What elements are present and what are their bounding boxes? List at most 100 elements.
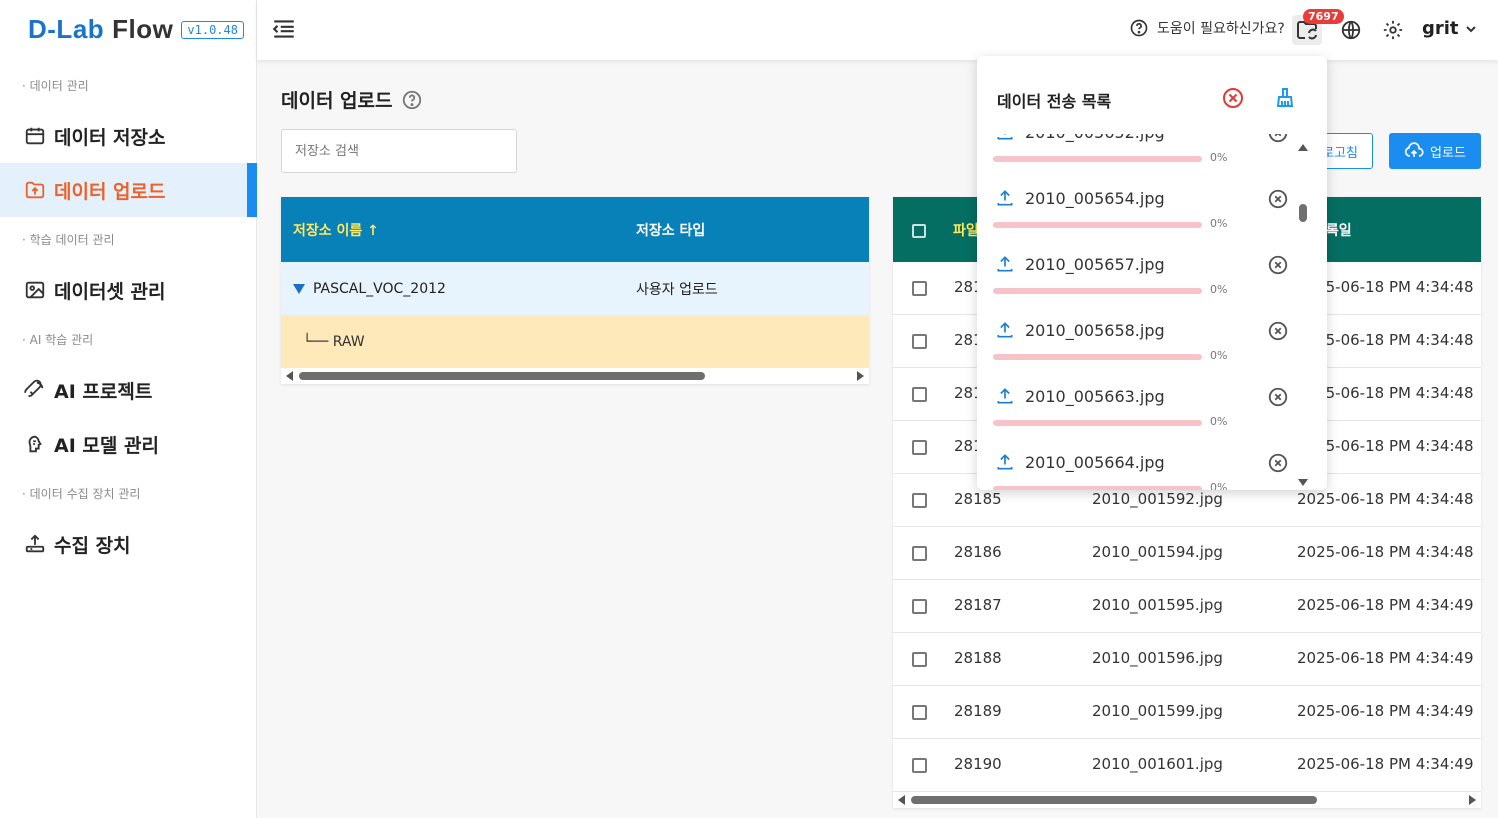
- table-row[interactable]: 28187 2010_001595.jpg 2025-06-18 PM 4:34:4…: [893, 580, 1481, 633]
- transfer-file-name: 2010_005654.jpg: [1025, 189, 1165, 208]
- progress-bar: [993, 486, 1202, 490]
- help-icon: [1130, 19, 1148, 37]
- column-repo-type[interactable]: 저장소 타입: [636, 220, 705, 240]
- images-icon: [25, 281, 45, 299]
- sidebar-item-dataset[interactable]: 데이터셋 관리: [0, 263, 257, 317]
- transfer-panel-title: 데이터 전송 목록: [997, 92, 1112, 111]
- file-name: 2010_001594.jpg: [1092, 543, 1223, 561]
- file-date: 2025-06-18 PM 4:34:48: [1297, 490, 1474, 508]
- sidebar-item-ai-project[interactable]: AI 프로젝트: [0, 363, 257, 417]
- logo[interactable]: D-Lab Flow v1.0.48: [28, 14, 244, 45]
- section-training-data: · 학습 데이터 관리: [22, 233, 115, 247]
- horizontal-scrollbar[interactable]: [893, 792, 1481, 808]
- row-checkbox[interactable]: [912, 599, 927, 614]
- sidebar-item-label: 수집 장치: [54, 534, 131, 557]
- progress-percent: 0%: [1210, 151, 1228, 164]
- upload-icon: [995, 188, 1015, 208]
- settings-button[interactable]: [1378, 15, 1408, 45]
- cancel-all-icon[interactable]: [1221, 86, 1245, 110]
- file-name: 2010_001601.jpg: [1092, 755, 1223, 773]
- help-icon[interactable]: [401, 89, 423, 111]
- file-name: 2010_001599.jpg: [1092, 702, 1223, 720]
- caret-down-icon[interactable]: [293, 283, 305, 294]
- device-icon: [25, 534, 45, 553]
- transfer-item: 2010_005663.jpg 0%: [977, 386, 1295, 452]
- file-date: 2025-06-18 PM 4:34:49: [1297, 702, 1474, 720]
- column-repo-name[interactable]: 저장소 이름 ↑: [281, 220, 636, 240]
- logo-prefix: D-Lab: [28, 14, 105, 44]
- upload-icon: [995, 254, 1015, 274]
- repo-name: PASCAL_VOC_2012: [313, 280, 446, 297]
- sidebar-item-data-upload[interactable]: 데이터 업로드: [0, 163, 257, 217]
- transfer-item: 2010_005658.jpg 0%: [977, 320, 1295, 386]
- scroll-thumb[interactable]: [299, 372, 705, 380]
- row-checkbox[interactable]: [912, 387, 927, 402]
- scroll-thumb[interactable]: [1299, 204, 1307, 222]
- cancel-transfer-icon[interactable]: [1267, 188, 1289, 210]
- scroll-left-icon[interactable]: [286, 371, 293, 381]
- file-id: 28189: [954, 702, 1002, 720]
- scroll-up-icon[interactable]: [1298, 144, 1308, 151]
- table-row[interactable]: 28190 2010_001601.jpg 2025-06-18 PM 4:34:4…: [893, 739, 1481, 792]
- row-checkbox[interactable]: [912, 281, 927, 296]
- table-row[interactable]: └── RAW: [281, 315, 869, 368]
- table-row[interactable]: PASCAL_VOC_2012 사용자 업로드: [281, 262, 869, 315]
- page-title-text: 데이터 업로드: [281, 90, 393, 112]
- scroll-down-icon[interactable]: [1298, 479, 1308, 486]
- table-row[interactable]: 28186 2010_001594.jpg 2025-06-18 PM 4:34:4…: [893, 527, 1481, 580]
- scroll-left-icon[interactable]: [898, 795, 905, 805]
- broom-icon[interactable]: [1273, 86, 1297, 110]
- horizontal-scrollbar[interactable]: [281, 368, 869, 384]
- row-checkbox[interactable]: [912, 334, 927, 349]
- row-checkbox[interactable]: [912, 546, 927, 561]
- row-checkbox[interactable]: [912, 493, 927, 508]
- cancel-transfer-icon[interactable]: [1267, 386, 1289, 408]
- file-date: 2025-06-18 PM 4:34:49: [1297, 755, 1474, 773]
- page-title: 데이터 업로드: [281, 86, 423, 113]
- cancel-transfer-icon[interactable]: [1267, 452, 1289, 474]
- file-name: 2010_001592.jpg: [1092, 490, 1223, 508]
- progress-bar: [993, 156, 1202, 162]
- row-checkbox[interactable]: [912, 652, 927, 667]
- cancel-transfer-icon[interactable]: [1267, 254, 1289, 276]
- scroll-right-icon[interactable]: [857, 371, 864, 381]
- cancel-transfer-icon[interactable]: [1267, 320, 1289, 342]
- table-row[interactable]: 28189 2010_001599.jpg 2025-06-18 PM 4:34:4…: [893, 686, 1481, 739]
- upload-button[interactable]: 업로드: [1389, 133, 1481, 169]
- menu-collapse-icon[interactable]: [271, 16, 297, 42]
- sidebar-item-label: 데이터 업로드: [54, 180, 166, 203]
- cancel-transfer-icon[interactable]: [1267, 134, 1289, 144]
- row-checkbox[interactable]: [912, 705, 927, 720]
- globe-icon: [1341, 20, 1361, 40]
- sidebar-item-devices[interactable]: 수집 장치: [0, 517, 257, 571]
- sidebar-item-ai-model[interactable]: AI 모델 관리: [0, 417, 257, 471]
- transfer-list-panel: 데이터 전송 목록 2010_005652.jpg0%2010_005654.j…: [977, 56, 1327, 490]
- repository-table: 저장소 이름 ↑ 저장소 타입 PASCAL_VOC_2012 사용자 업로드 …: [281, 197, 869, 384]
- row-checkbox[interactable]: [912, 440, 927, 455]
- file-id: 28190: [954, 755, 1002, 773]
- transfer-item: 2010_005652.jpg 0%: [977, 134, 1295, 188]
- version-badge: v1.0.48: [181, 20, 244, 39]
- user-menu[interactable]: grit: [1422, 18, 1479, 39]
- progress-percent: 0%: [1210, 349, 1228, 362]
- file-date: 2025-06-18 PM 4:34:49: [1297, 649, 1474, 667]
- scroll-thumb[interactable]: [911, 796, 1317, 804]
- repository-search-input[interactable]: [281, 129, 517, 173]
- progress-percent: 0%: [1210, 481, 1228, 490]
- storage-icon: [25, 127, 45, 145]
- transfer-item: 2010_005664.jpg 0%: [977, 452, 1295, 490]
- select-all-checkbox[interactable]: [912, 224, 926, 238]
- table-row[interactable]: 28188 2010_001596.jpg 2025-06-18 PM 4:34:4…: [893, 633, 1481, 686]
- row-checkbox[interactable]: [912, 758, 927, 773]
- vertical-scrollbar[interactable]: [1295, 134, 1311, 490]
- progress-bar: [993, 354, 1202, 360]
- sidebar-item-data-storage[interactable]: 데이터 저장소: [0, 109, 257, 163]
- upload-icon: [995, 452, 1015, 472]
- scroll-right-icon[interactable]: [1469, 795, 1476, 805]
- sidebar: D-Lab Flow v1.0.48 · 데이터 관리 데이터 저장소 데이터 …: [0, 0, 257, 818]
- sidebar-item-label: 데이터셋 관리: [54, 280, 166, 303]
- help-link[interactable]: 도움이 필요하신가요?: [1129, 18, 1285, 38]
- sidebar-item-label: AI 모델 관리: [54, 434, 159, 457]
- repo-name: └── RAW: [303, 333, 365, 350]
- transfer-item: 2010_005654.jpg 0%: [977, 188, 1295, 254]
